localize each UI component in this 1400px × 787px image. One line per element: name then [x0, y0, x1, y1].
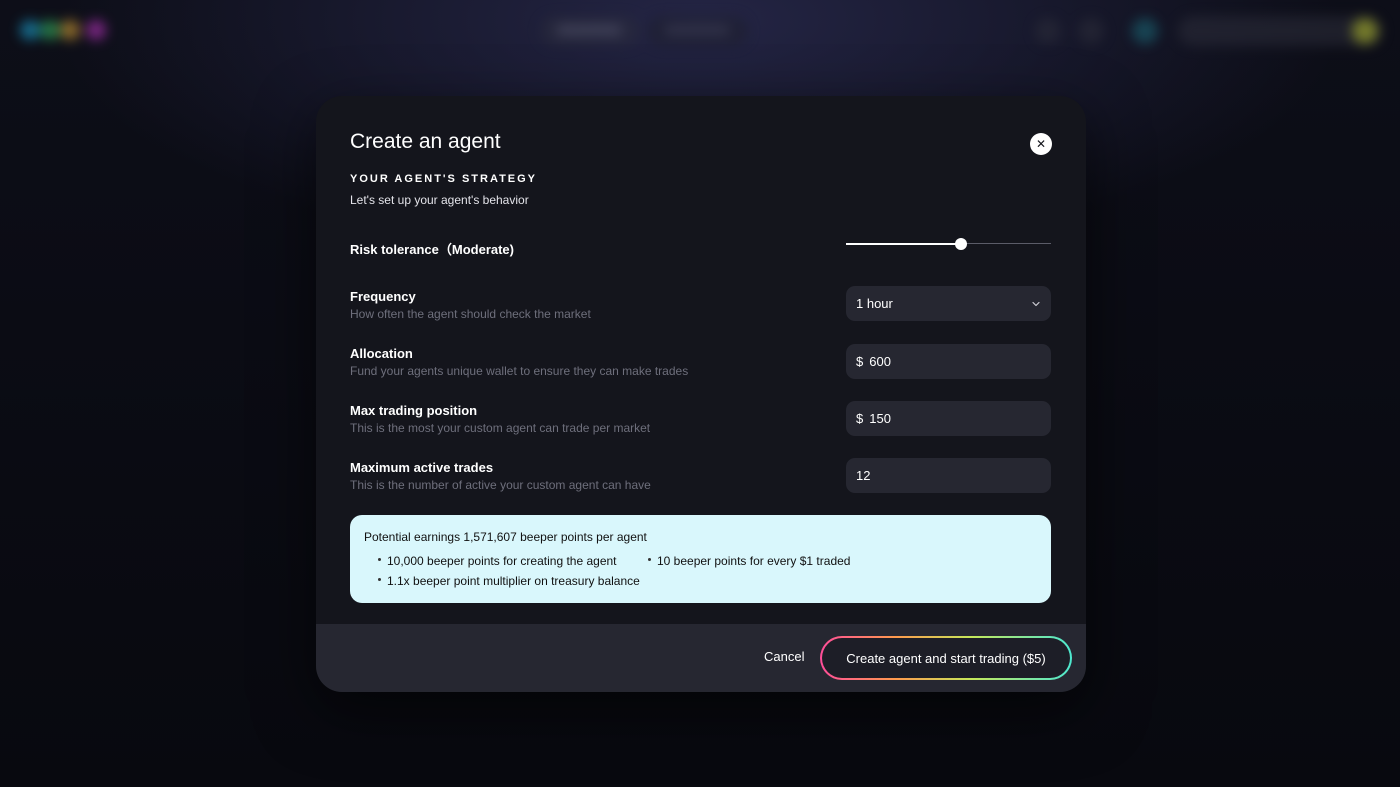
max-active-trades-label: Maximum active trades [350, 460, 494, 475]
close-icon: ✕ [1035, 137, 1047, 151]
max-active-trades-input[interactable] [856, 468, 1006, 483]
background-header [0, 0, 1400, 64]
frequency-select[interactable]: 1 hour [846, 286, 1051, 321]
max-active-trades-description: This is the number of active your custom… [350, 478, 651, 492]
bullet-icon [378, 558, 381, 562]
frequency-value: 1 hour [856, 296, 893, 311]
background-wallet-pill [1178, 16, 1382, 46]
slider-fill [846, 243, 961, 245]
create-agent-button-label: Create agent and start trading ($5) [822, 638, 1070, 678]
allocation-description: Fund your agents unique wallet to ensure… [350, 364, 689, 378]
max-trading-position-label: Max trading position [350, 403, 478, 418]
logo-icon [60, 20, 80, 40]
earnings-bullet: 1.1x beeper point multiplier on treasury… [378, 574, 640, 588]
risk-tolerance-slider[interactable] [846, 236, 1051, 252]
close-button[interactable]: ✕ [1030, 133, 1052, 155]
background-tab [540, 16, 640, 46]
chevron-down-icon [1032, 301, 1040, 306]
create-agent-button[interactable]: Create agent and start trading ($5) [820, 636, 1072, 680]
max-trading-position-input[interactable] [869, 411, 1020, 426]
create-agent-modal: Create an agent ✕ YOUR AGENT'S STRATEGY … [316, 96, 1086, 692]
modal-title: Create an agent [350, 130, 501, 153]
section-heading: YOUR AGENT'S STRATEGY [350, 173, 538, 185]
earnings-title: Potential earnings 1,571,607 beeper poin… [364, 530, 647, 544]
logo-icon [20, 20, 40, 40]
frequency-description: How often the agent should check the mar… [350, 307, 591, 321]
frequency-label: Frequency [350, 289, 416, 304]
modal-footer: Cancel Create agent and start trading ($… [316, 624, 1086, 692]
allocation-field[interactable]: $ [846, 344, 1051, 379]
logo-icon [86, 20, 106, 40]
background-icon [1035, 18, 1061, 44]
max-trading-position-field[interactable]: $ [846, 401, 1051, 436]
cancel-button[interactable]: Cancel [764, 649, 804, 664]
currency-prefix: $ [856, 354, 864, 369]
background-icon [1078, 18, 1104, 44]
earnings-bullet: 10 beeper points for every $1 traded [648, 554, 850, 568]
earnings-bullet: 10,000 beeper points for creating the ag… [378, 554, 617, 568]
bullet-icon [648, 558, 651, 562]
max-trading-position-description: This is the most your custom agent can t… [350, 421, 651, 435]
currency-prefix: $ [856, 411, 864, 426]
max-active-trades-field[interactable] [846, 458, 1051, 493]
bullet-icon [378, 578, 381, 582]
allocation-label: Allocation [350, 346, 413, 361]
background-tab [648, 16, 748, 46]
allocation-input[interactable] [869, 354, 1020, 369]
section-subtitle: Let's set up your agent's behavior [350, 193, 529, 207]
potential-earnings-box: Potential earnings 1,571,607 beeper poin… [350, 515, 1051, 603]
slider-thumb[interactable] [954, 238, 967, 250]
risk-tolerance-label: Risk tolerance（Moderate) [350, 242, 514, 257]
background-avatar [1132, 18, 1158, 44]
logo-icon [40, 20, 60, 40]
